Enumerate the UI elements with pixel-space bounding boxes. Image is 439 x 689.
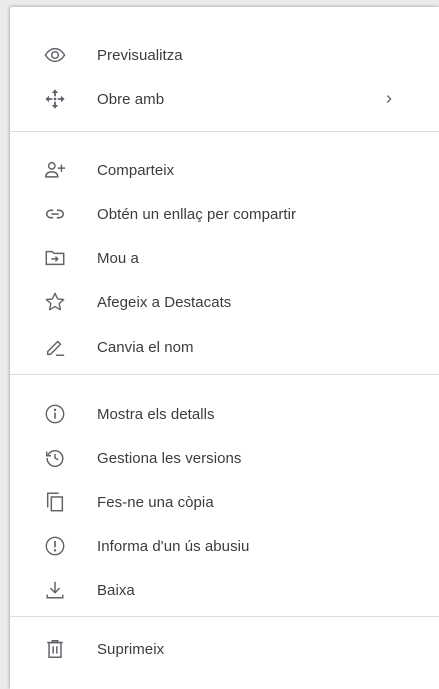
menu-item-label: Baixa	[97, 581, 135, 599]
menu-item-label: Afegeix a Destacats	[97, 293, 232, 311]
menu-divider	[10, 374, 439, 375]
menu-item-label: Gestiona les versions	[97, 449, 242, 467]
eye-icon	[43, 43, 67, 67]
menu-item-preview[interactable]: Previsualitza	[10, 35, 439, 75]
menu-item-manage-versions[interactable]: Gestiona les versions	[10, 438, 439, 478]
menu-item-delete[interactable]: Suprimeix	[10, 629, 439, 669]
menu-item-label: Obre amb	[97, 90, 165, 108]
trash-icon	[43, 637, 67, 661]
menu-item-label: Informa d'un ús abusiu	[97, 537, 250, 555]
menu-item-make-copy[interactable]: Fes-ne una còpia	[10, 482, 439, 522]
context-menu: Previsualitza Obre amb Comparteix Obtén …	[10, 7, 439, 689]
link-icon	[43, 202, 67, 226]
person-add-icon	[43, 158, 67, 182]
info-icon	[43, 402, 67, 426]
pencil-icon	[43, 335, 67, 359]
report-icon	[43, 534, 67, 558]
menu-item-label: Fes-ne una còpia	[97, 493, 214, 511]
menu-divider	[10, 616, 439, 617]
menu-item-label: Previsualitza	[97, 46, 183, 64]
download-icon	[43, 578, 67, 602]
menu-item-add-to-starred[interactable]: Afegeix a Destacats	[10, 282, 439, 322]
menu-divider	[10, 131, 439, 132]
menu-item-rename[interactable]: Canvia el nom	[10, 327, 439, 367]
menu-item-label: Obtén un enllaç per compartir	[97, 205, 297, 223]
chevron-right-icon	[382, 92, 396, 106]
history-icon	[43, 446, 67, 470]
menu-item-show-details[interactable]: Mostra els detalls	[10, 394, 439, 434]
move-arrows-icon	[43, 87, 67, 111]
copy-icon	[43, 490, 67, 514]
menu-item-download[interactable]: Baixa	[10, 570, 439, 610]
menu-item-report-abuse[interactable]: Informa d'un ús abusiu	[10, 526, 439, 566]
menu-item-label: Suprimeix	[97, 640, 165, 658]
menu-item-get-link[interactable]: Obtén un enllaç per compartir	[10, 194, 439, 234]
menu-item-share[interactable]: Comparteix	[10, 150, 439, 190]
folder-move-icon	[43, 246, 67, 270]
menu-item-label: Canvia el nom	[97, 338, 194, 356]
menu-item-label: Mou a	[97, 249, 139, 267]
star-icon	[43, 290, 67, 314]
menu-item-open-with[interactable]: Obre amb	[10, 79, 439, 119]
menu-item-label: Comparteix	[97, 161, 175, 179]
menu-item-move-to[interactable]: Mou a	[10, 238, 439, 278]
menu-item-label: Mostra els detalls	[97, 405, 215, 423]
